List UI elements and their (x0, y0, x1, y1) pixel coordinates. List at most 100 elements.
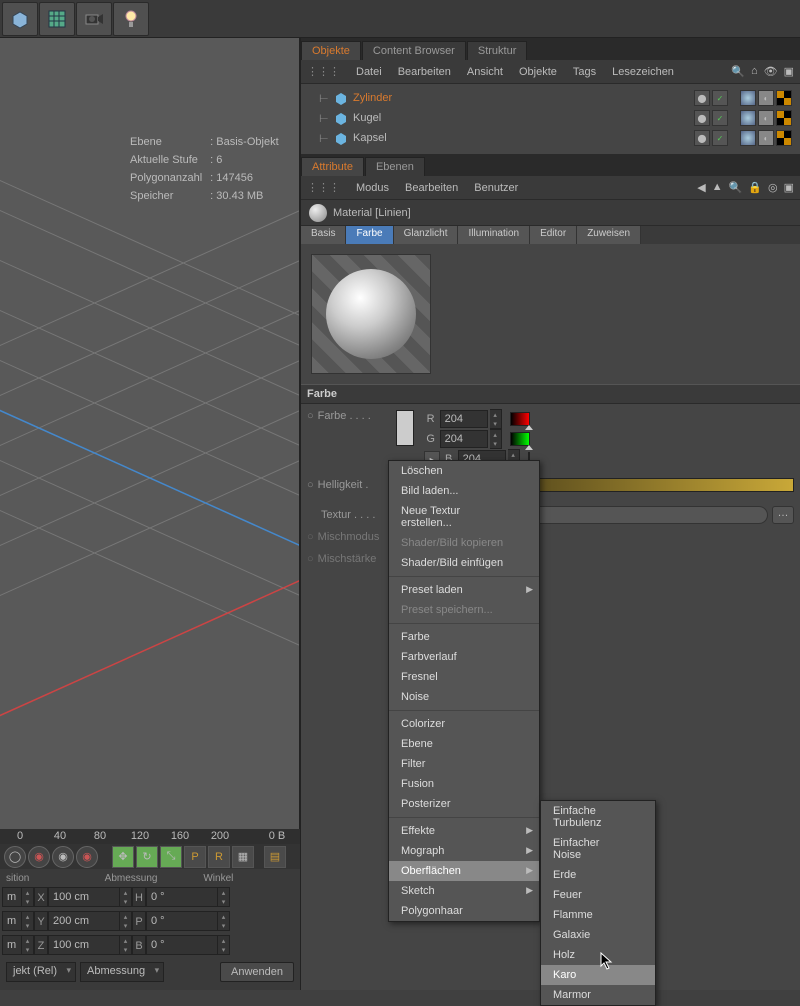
surfaces-submenu[interactable]: Einfache TurbulenzEinfacher NoiseErdeFeu… (540, 800, 656, 1006)
coord-mode-dropdown[interactable]: jekt (Rel) (6, 962, 76, 982)
scale-tool[interactable]: ⤡ (160, 846, 182, 868)
search-icon-2[interactable]: 🔍 (729, 181, 743, 194)
menu-item[interactable]: Colorizer (389, 714, 539, 734)
timeline-ruler[interactable]: 04080120160200 0 B (0, 829, 300, 844)
menu-item[interactable]: Einfacher Noise (541, 833, 655, 865)
g-input[interactable]: 204 (440, 430, 488, 448)
menu-item[interactable]: Fresnel (389, 667, 539, 687)
menu-item[interactable]: Effekte▶ (389, 821, 539, 841)
phong-tag[interactable] (740, 130, 756, 146)
autokey-btn[interactable]: ◉ (52, 846, 74, 868)
dim-input[interactable]: 100 cm (48, 887, 120, 907)
menu-item[interactable]: Bild laden... (389, 481, 539, 501)
object-row[interactable]: ⊢Kapsel⬤✓◐ (301, 128, 800, 148)
menu-benutzer[interactable]: Benutzer (474, 182, 518, 194)
move-tool[interactable]: ✥ (112, 846, 134, 868)
lock-icon[interactable]: 🔒 (748, 181, 762, 194)
channel-editor[interactable]: Editor (530, 226, 577, 244)
back-icon[interactable]: ◀ (697, 181, 705, 194)
eye-icon[interactable]: 👁 (764, 65, 778, 78)
texture-tag[interactable] (776, 130, 792, 146)
menu-item[interactable]: Marmor (541, 985, 655, 1005)
texture-tag[interactable] (776, 110, 792, 126)
phong-tag[interactable] (740, 90, 756, 106)
dim-mode-dropdown[interactable]: Abmessung (80, 962, 164, 982)
film-tool[interactable]: ▤ (264, 846, 286, 868)
menu-item[interactable]: Erde (541, 865, 655, 885)
menu-modus[interactable]: Modus (356, 182, 389, 194)
r-spinner[interactable]: ▴▾ (490, 409, 502, 429)
material-tag[interactable]: ◐ (758, 90, 774, 106)
visibility-tag[interactable]: ⬤ (694, 110, 710, 126)
menu-item[interactable]: Einfache Turbulenz (541, 801, 655, 833)
menu-item[interactable]: Shader/Bild einfügen (389, 553, 539, 573)
menu-lesezeichen[interactable]: Lesezeichen (612, 66, 674, 78)
material-preview[interactable] (311, 254, 431, 374)
texture-browse-btn[interactable]: … (772, 506, 794, 524)
tab-ebenen[interactable]: Ebenen (365, 157, 425, 176)
menu-datei[interactable]: Datei (356, 66, 382, 78)
menu-ansicht[interactable]: Ansicht (467, 66, 503, 78)
menu-item[interactable]: Noise (389, 687, 539, 707)
record-btn[interactable]: ◯ (4, 846, 26, 868)
menu-item[interactable]: Neue Textur erstellen... (389, 501, 539, 533)
object-manager-list[interactable]: ⊢Zylinder⬤✓◐⊢Kugel⬤✓◐⊢Kapsel⬤✓◐ (301, 84, 800, 154)
home-icon[interactable]: ⌂ (751, 65, 758, 78)
rotate-tool[interactable]: ↻ (136, 846, 158, 868)
object-row[interactable]: ⊢Zylinder⬤✓◐ (301, 88, 800, 108)
tool-camera[interactable] (76, 2, 112, 36)
r-tool[interactable]: R (208, 846, 230, 868)
menu-tags[interactable]: Tags (573, 66, 596, 78)
p-tool[interactable]: P (184, 846, 206, 868)
menu-item[interactable]: Galaxie (541, 925, 655, 945)
visibility-tag[interactable]: ⬤ (694, 90, 710, 106)
object-row[interactable]: ⊢Kugel⬤✓◐ (301, 108, 800, 128)
enable-tag[interactable]: ✓ (712, 110, 728, 126)
max-icon[interactable]: ▣ (784, 181, 794, 194)
phong-tag[interactable] (740, 110, 756, 126)
angle-input[interactable]: 0 ° (146, 911, 218, 931)
channel-zuweisen[interactable]: Zuweisen (577, 226, 641, 244)
menu-item[interactable]: Farbe (389, 627, 539, 647)
menu-item[interactable]: Feuer (541, 885, 655, 905)
enable-tag[interactable]: ✓ (712, 130, 728, 146)
r-input[interactable]: 204 (440, 410, 488, 428)
channel-farbe[interactable]: Farbe (346, 226, 393, 244)
tab-content-browser[interactable]: Content Browser (362, 41, 466, 60)
menu-bearbeiten[interactable]: Bearbeiten (398, 66, 451, 78)
menu-item[interactable]: Posterizer (389, 794, 539, 814)
tool-grid[interactable] (39, 2, 75, 36)
menu-item[interactable]: Filter (389, 754, 539, 774)
menu-item[interactable]: Sketch▶ (389, 881, 539, 901)
angle-input[interactable]: 0 ° (146, 887, 218, 907)
tool-light[interactable] (113, 2, 149, 36)
g-slider[interactable] (510, 432, 530, 446)
menu-objekte[interactable]: Objekte (519, 66, 557, 78)
menu-item[interactable]: Oberflächen▶ (389, 861, 539, 881)
menu-bearbeiten2[interactable]: Bearbeiten (405, 182, 458, 194)
angle-input[interactable]: 0 ° (146, 935, 218, 955)
apply-button[interactable]: Anwenden (220, 962, 294, 982)
menu-item[interactable]: Holz (541, 945, 655, 965)
material-tag[interactable]: ◐ (758, 110, 774, 126)
tool-cube[interactable] (2, 2, 38, 36)
material-tag[interactable]: ◐ (758, 130, 774, 146)
menu-item[interactable]: Preset laden▶ (389, 580, 539, 600)
menu-item[interactable]: Flamme (541, 905, 655, 925)
menu-item[interactable]: Löschen (389, 461, 539, 481)
dim-input[interactable]: 200 cm (48, 911, 120, 931)
r-slider[interactable] (510, 412, 530, 426)
texture-context-menu[interactable]: LöschenBild laden...Neue Textur erstelle… (388, 460, 540, 922)
dim-input[interactable]: 100 cm (48, 935, 120, 955)
maximize-icon[interactable]: ▣ (784, 65, 794, 78)
up-icon[interactable]: ▲ (712, 181, 723, 194)
g-spinner[interactable]: ▴▾ (490, 429, 502, 449)
visibility-tag[interactable]: ⬤ (694, 130, 710, 146)
search-icon[interactable]: 🔍 (731, 65, 745, 78)
menu-item[interactable]: Polygonhaar (389, 901, 539, 921)
key-btn[interactable]: ◉ (28, 846, 50, 868)
tab-attribute[interactable]: Attribute (301, 157, 364, 176)
menu-item[interactable]: Karo (541, 965, 655, 985)
color-swatch[interactable] (396, 410, 414, 446)
menu-item[interactable]: Mograph▶ (389, 841, 539, 861)
